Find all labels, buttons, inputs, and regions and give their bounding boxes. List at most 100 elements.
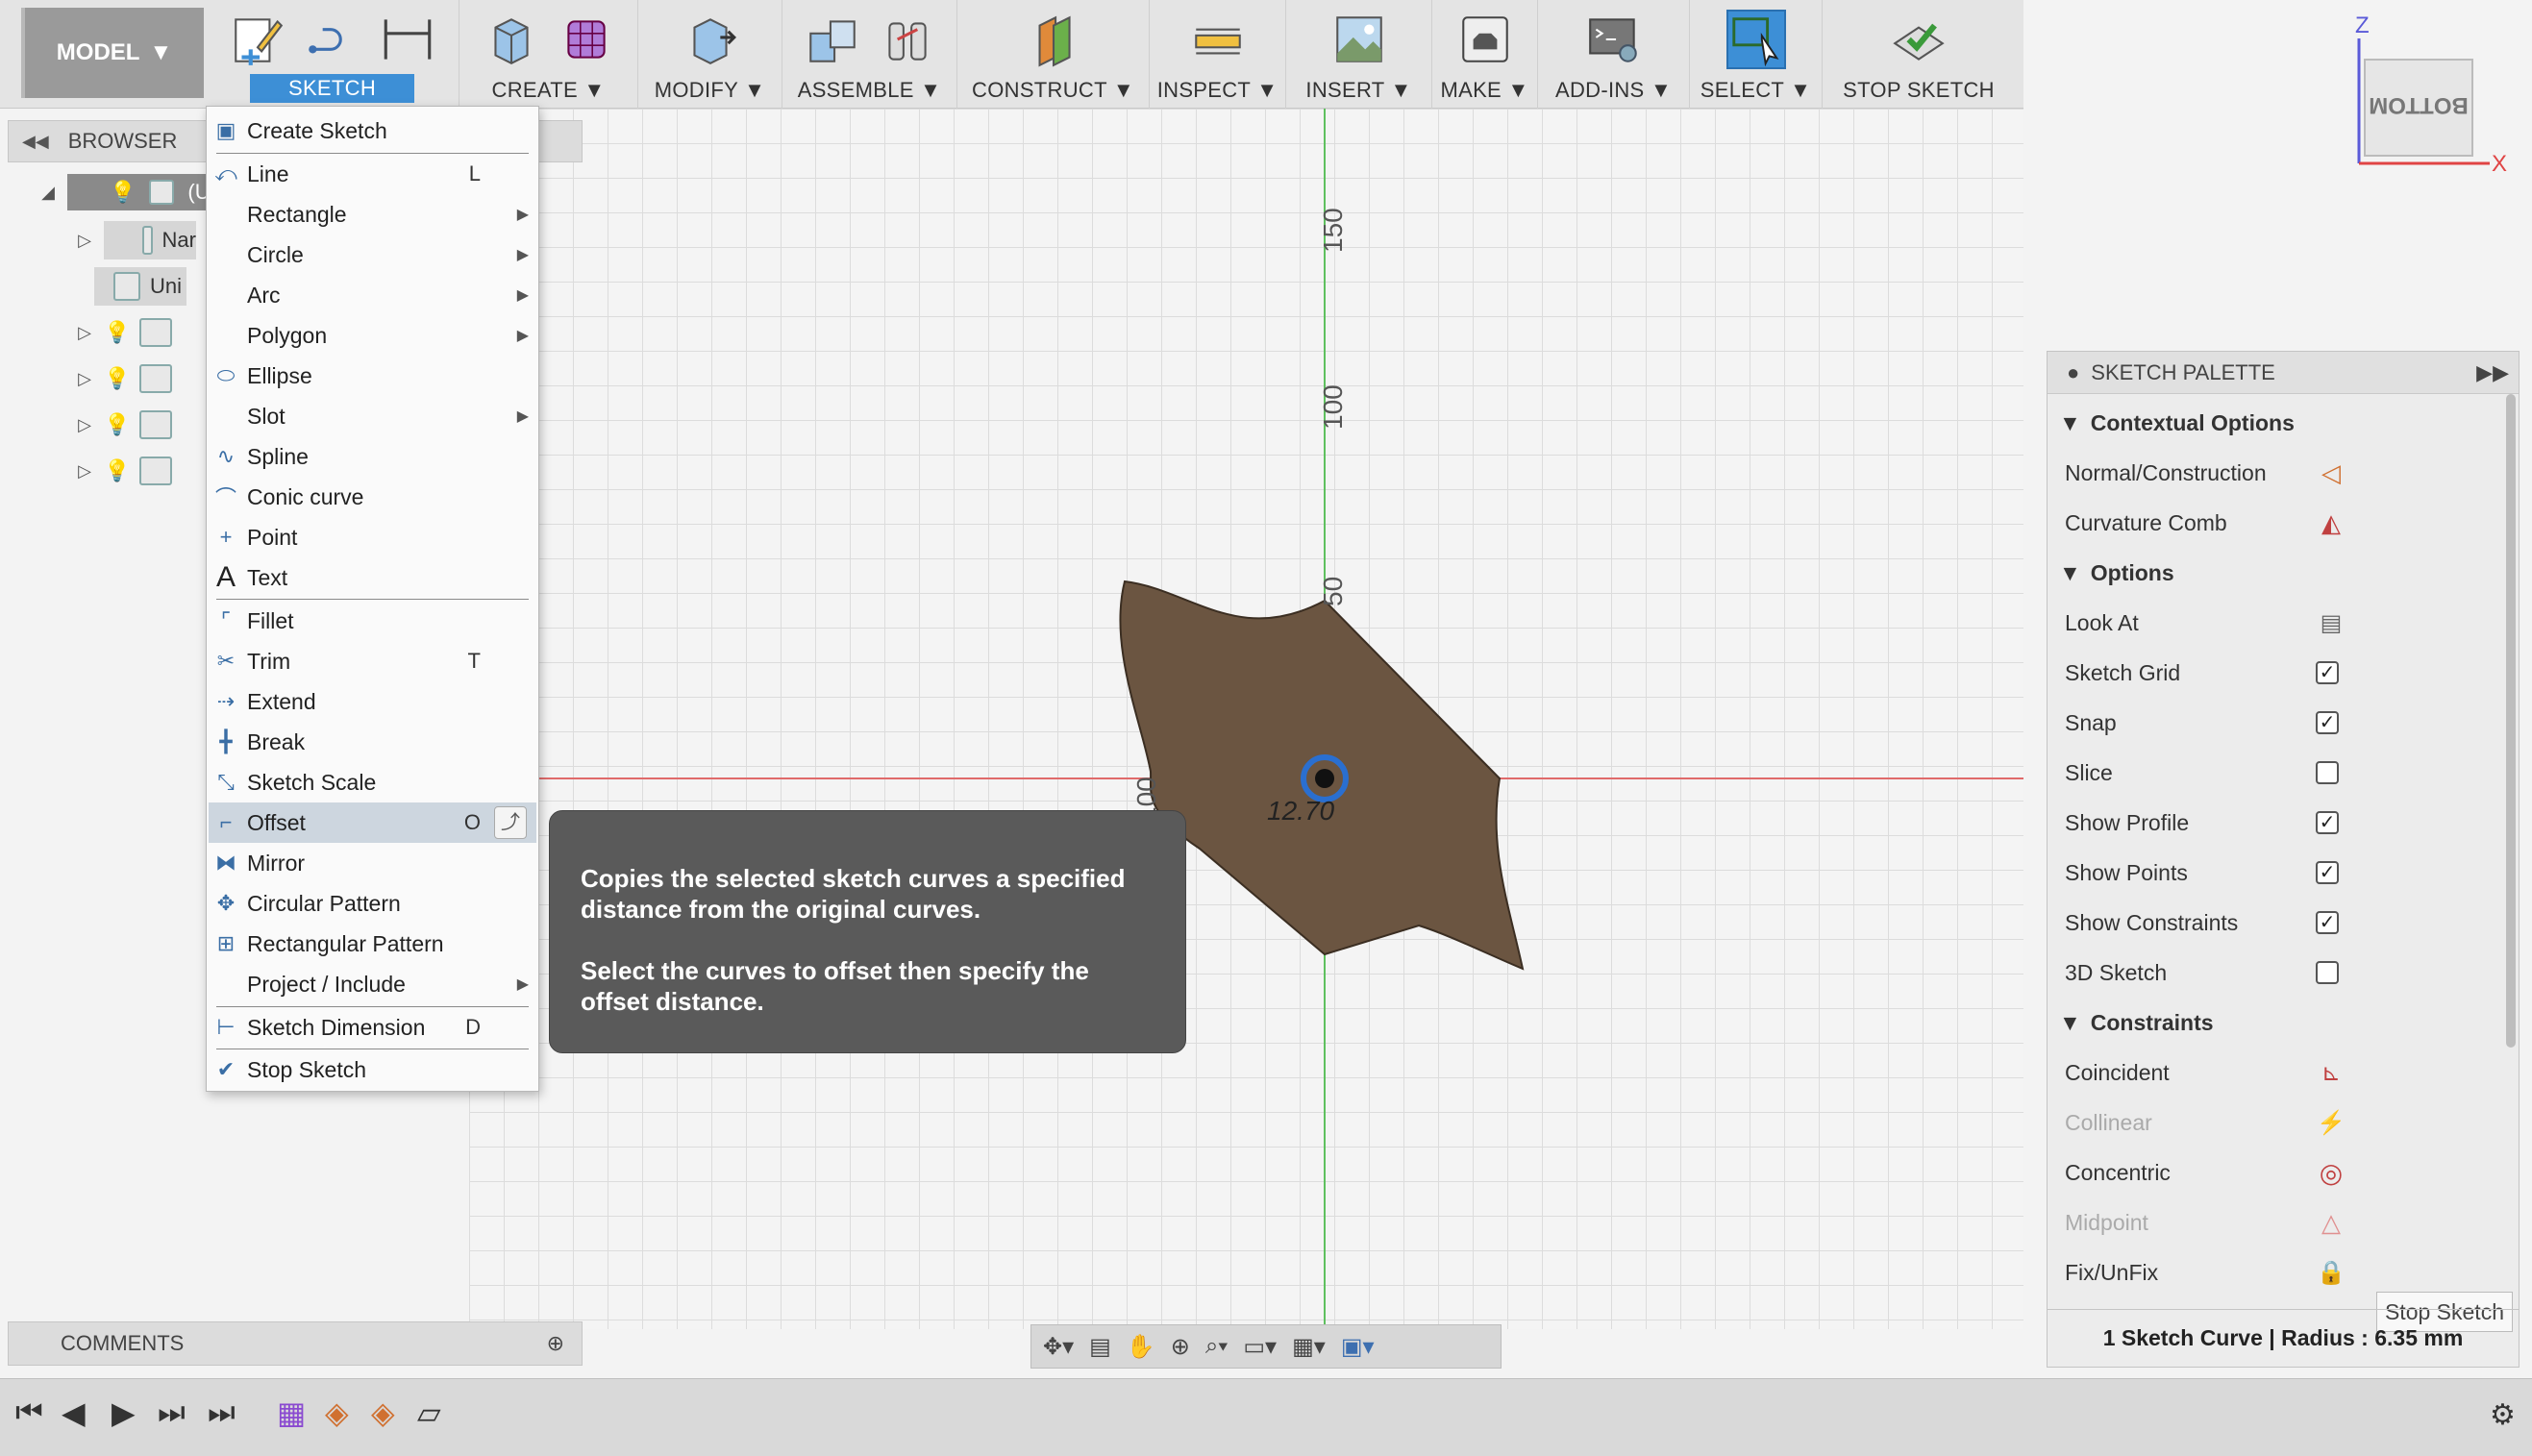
scripts-addins-icon[interactable]: [1584, 10, 1644, 69]
press-pull-icon[interactable]: [681, 10, 740, 69]
normal-construction-icon[interactable]: ◁: [2317, 458, 2346, 487]
play-icon[interactable]: ▶: [112, 1394, 136, 1431]
timeline-settings-gear-icon[interactable]: ⚙: [2490, 1398, 2516, 1432]
viewports-icon[interactable]: ▣▾: [1341, 1333, 1375, 1361]
menu-item-stop-sketch[interactable]: ✔ Stop Sketch: [209, 1049, 536, 1090]
menu-item-rectangle[interactable]: Rectangle ▶: [209, 194, 536, 234]
constraint-midpoint[interactable]: Midpoint △: [2048, 1197, 2499, 1247]
browser-row-folder[interactable]: ▷ 💡: [75, 450, 173, 492]
menu-item-conic-curve[interactable]: ⌒ Conic curve: [209, 477, 536, 517]
toolbar-group-sketch[interactable]: SKETCH: [206, 0, 459, 109]
timeline-feature-sketch[interactable]: ◈: [371, 1394, 395, 1431]
menu-item-line[interactable]: ⤺ Line L: [209, 154, 536, 194]
pan-icon[interactable]: ✋: [1127, 1333, 1155, 1361]
timeline-feature-sketch[interactable]: ◈: [325, 1394, 349, 1431]
section-options[interactable]: ▼ Options: [2048, 548, 2174, 598]
add-comment-icon[interactable]: ⊕: [547, 1331, 564, 1356]
menu-item-sketch-dimension[interactable]: ⊢ Sketch Dimension D: [209, 1007, 536, 1048]
expand-triangle-icon[interactable]: ▷: [75, 369, 94, 389]
3d-print-icon[interactable]: [1455, 10, 1515, 69]
collapse-triangle-icon[interactable]: ◢: [38, 183, 58, 203]
lightbulb-icon[interactable]: 💡: [104, 412, 130, 437]
menu-item-slot[interactable]: Slot ▶: [209, 396, 536, 436]
menu-item-text[interactable]: A Text: [209, 557, 536, 598]
palette-scrollbar[interactable]: [2506, 394, 2516, 1048]
menu-item-fillet[interactable]: ⌜ Fillet: [209, 601, 536, 641]
menu-item-break[interactable]: ╋ Break: [209, 722, 536, 762]
go-to-start-icon[interactable]: ⏮: [15, 1394, 43, 1431]
palette-header[interactable]: ● SKETCH PALETTE ▶▶: [2048, 352, 2519, 394]
sketch-canvas[interactable]: 12.70 150 100 50 100: [469, 109, 2023, 1329]
browser-row-units[interactable]: Uni: [94, 265, 186, 308]
menu-item-create-sketch[interactable]: ▣ Create Sketch: [209, 111, 536, 151]
look-at-icon[interactable]: ▤: [2317, 608, 2346, 637]
expand-triangle-icon[interactable]: ▷: [75, 415, 94, 435]
sketch-grid-checkbox[interactable]: ✓: [2316, 661, 2339, 684]
browser-row-named-views[interactable]: ▷ Nar: [75, 219, 196, 261]
constraint-concentric[interactable]: Concentric ◎: [2048, 1148, 2499, 1197]
palette-item-look-at[interactable]: Look At ▤: [2048, 598, 2499, 648]
concentric-icon[interactable]: ◎: [2317, 1158, 2346, 1188]
form-icon[interactable]: [557, 10, 616, 69]
palette-item-slice[interactable]: Slice: [2048, 748, 2499, 798]
browser-row-folder[interactable]: ▷ 💡: [75, 311, 173, 354]
menu-item-circle[interactable]: Circle ▶: [209, 234, 536, 275]
line-tool-icon[interactable]: [303, 10, 362, 69]
snap-checkbox[interactable]: ✓: [2316, 711, 2339, 734]
expand-triangle-icon[interactable]: ▷: [75, 231, 94, 251]
measure-icon[interactable]: [1188, 10, 1248, 69]
look-at-icon[interactable]: ▤: [1089, 1333, 1111, 1361]
toolbar-group-modify[interactable]: MODIFY ▼: [638, 0, 782, 109]
dimension-tool-icon[interactable]: [378, 10, 437, 69]
step-forward-icon[interactable]: ⏭: [158, 1394, 186, 1431]
coincident-icon[interactable]: ⊾: [2317, 1058, 2346, 1087]
expand-triangle-icon[interactable]: ▷: [75, 323, 94, 343]
toolbar-group-select[interactable]: SELECT ▼: [1690, 0, 1823, 109]
toolbar-group-stop-sketch[interactable]: STOP SKETCH: [1823, 0, 2015, 109]
collinear-icon[interactable]: ⚡: [2317, 1108, 2346, 1137]
browser-root-row[interactable]: ◢ 💡 (U: [38, 171, 231, 213]
expand-triangle-icon[interactable]: ▷: [75, 461, 94, 481]
workspace-switcher[interactable]: MODEL ▼: [21, 8, 204, 98]
toolbar-group-construct[interactable]: CONSTRUCT ▼: [957, 0, 1150, 109]
palette-item-show-constraints[interactable]: Show Constraints ✓: [2048, 898, 2499, 948]
go-to-end-icon[interactable]: ⏭: [208, 1394, 236, 1431]
palette-item-show-points[interactable]: Show Points ✓: [2048, 848, 2499, 898]
zoom-icon[interactable]: ⊕: [1171, 1333, 1190, 1361]
menu-item-point[interactable]: + Point: [209, 517, 536, 557]
palette-item-sketch-grid[interactable]: Sketch Grid ✓: [2048, 648, 2499, 698]
timeline-feature-form[interactable]: ▦: [277, 1394, 306, 1431]
step-back-icon[interactable]: ◀: [62, 1394, 86, 1431]
curvature-comb-icon[interactable]: ◭: [2317, 508, 2346, 537]
menu-item-extend[interactable]: ⇢ Extend: [209, 681, 536, 722]
expand-panel-icon[interactable]: ▶▶: [2476, 360, 2509, 385]
view-cube[interactable]: Z X BOTTOM: [2346, 10, 2528, 173]
constraint-coincident[interactable]: Coincident ⊾: [2048, 1048, 2499, 1098]
lightbulb-icon[interactable]: 💡: [104, 366, 130, 391]
menu-item-project-include[interactable]: Project / Include ▶: [209, 964, 536, 1004]
menu-item-sketch-scale[interactable]: ⤡ Sketch Scale: [209, 762, 536, 802]
display-settings-icon[interactable]: ▭▾: [1243, 1333, 1277, 1361]
timeline-feature-active-sketch[interactable]: ▱: [417, 1394, 441, 1431]
menu-item-circular-pattern[interactable]: ✥ Circular Pattern: [209, 883, 536, 924]
constraint-collinear[interactable]: Collinear ⚡: [2048, 1098, 2499, 1148]
menu-item-rectangular-pattern[interactable]: ⊞ Rectangular Pattern: [209, 924, 536, 964]
section-contextual-options[interactable]: ▼ Contextual Options: [2048, 398, 2295, 448]
toolbar-group-inspect[interactable]: INSPECT ▼: [1150, 0, 1286, 109]
lightbulb-icon[interactable]: 💡: [104, 458, 130, 483]
palette-pin-icon[interactable]: ●: [2067, 360, 2079, 385]
toolbar-group-make[interactable]: MAKE ▼: [1432, 0, 1538, 109]
lock-icon[interactable]: 🔒: [2317, 1258, 2346, 1287]
new-component-icon[interactable]: [803, 10, 862, 69]
toolbar-group-assemble[interactable]: ASSEMBLE ▼: [782, 0, 957, 109]
menu-item-ellipse[interactable]: ⬭ Ellipse: [209, 356, 536, 396]
midpoint-icon[interactable]: △: [2317, 1208, 2346, 1237]
menu-item-polygon[interactable]: Polygon ▶: [209, 315, 536, 356]
toolbar-group-addins[interactable]: ADD-INS ▼: [1538, 0, 1690, 109]
toolbar-group-insert[interactable]: INSERT ▼: [1286, 0, 1432, 109]
menu-item-offset[interactable]: ⌐ Offset O ⤴: [209, 802, 536, 843]
menu-item-arc[interactable]: Arc ▶: [209, 275, 536, 315]
select-cursor-icon[interactable]: [1725, 10, 1786, 69]
show-points-checkbox[interactable]: ✓: [2316, 861, 2339, 884]
slice-checkbox[interactable]: [2316, 761, 2339, 784]
